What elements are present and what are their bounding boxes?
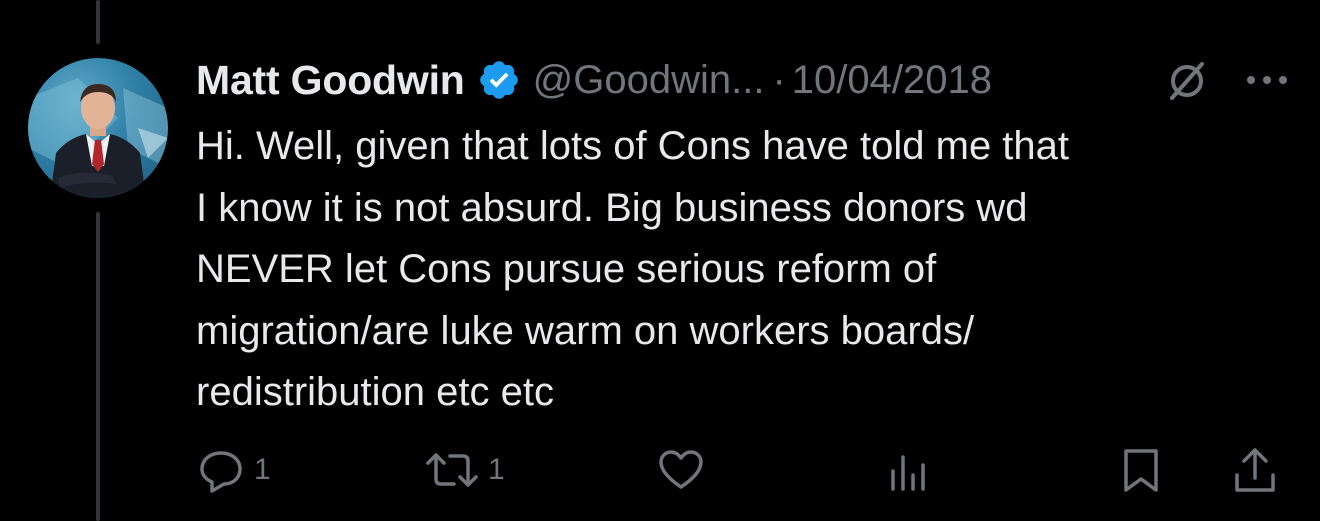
header-separator: ·	[772, 57, 786, 102]
bookmark-icon	[1116, 445, 1166, 495]
like-button[interactable]	[656, 440, 714, 500]
tweet-date[interactable]: 10/04/2018	[792, 58, 992, 103]
edit-history-icon[interactable]	[1162, 56, 1212, 106]
reply-count: 1	[254, 453, 271, 486]
author-handle[interactable]: @Goodwin...	[533, 58, 765, 103]
verified-badge-icon	[477, 58, 521, 102]
thread-line-top	[96, 0, 100, 44]
views-button[interactable]	[884, 440, 942, 500]
author-name[interactable]: Matt Goodwin	[196, 57, 465, 104]
tweet-header: Matt Goodwin @Goodwin... · 10/04/2018	[196, 52, 992, 108]
retweet-icon	[424, 445, 480, 495]
share-icon	[1230, 445, 1280, 495]
retweet-count: 1	[488, 453, 505, 486]
bookmark-button[interactable]	[1116, 440, 1166, 500]
retweet-button[interactable]: 1	[424, 440, 505, 500]
avatar[interactable]	[28, 58, 168, 198]
reply-button[interactable]: 1	[196, 440, 271, 500]
share-button[interactable]	[1230, 440, 1280, 500]
reply-icon	[196, 445, 246, 495]
views-icon	[884, 445, 934, 495]
more-options-icon[interactable]	[1242, 60, 1292, 100]
action-bar: 1 1	[0, 440, 1320, 500]
tweet-text: Hi. Well, given that lots of Cons have t…	[196, 124, 1070, 414]
like-icon	[656, 445, 706, 495]
